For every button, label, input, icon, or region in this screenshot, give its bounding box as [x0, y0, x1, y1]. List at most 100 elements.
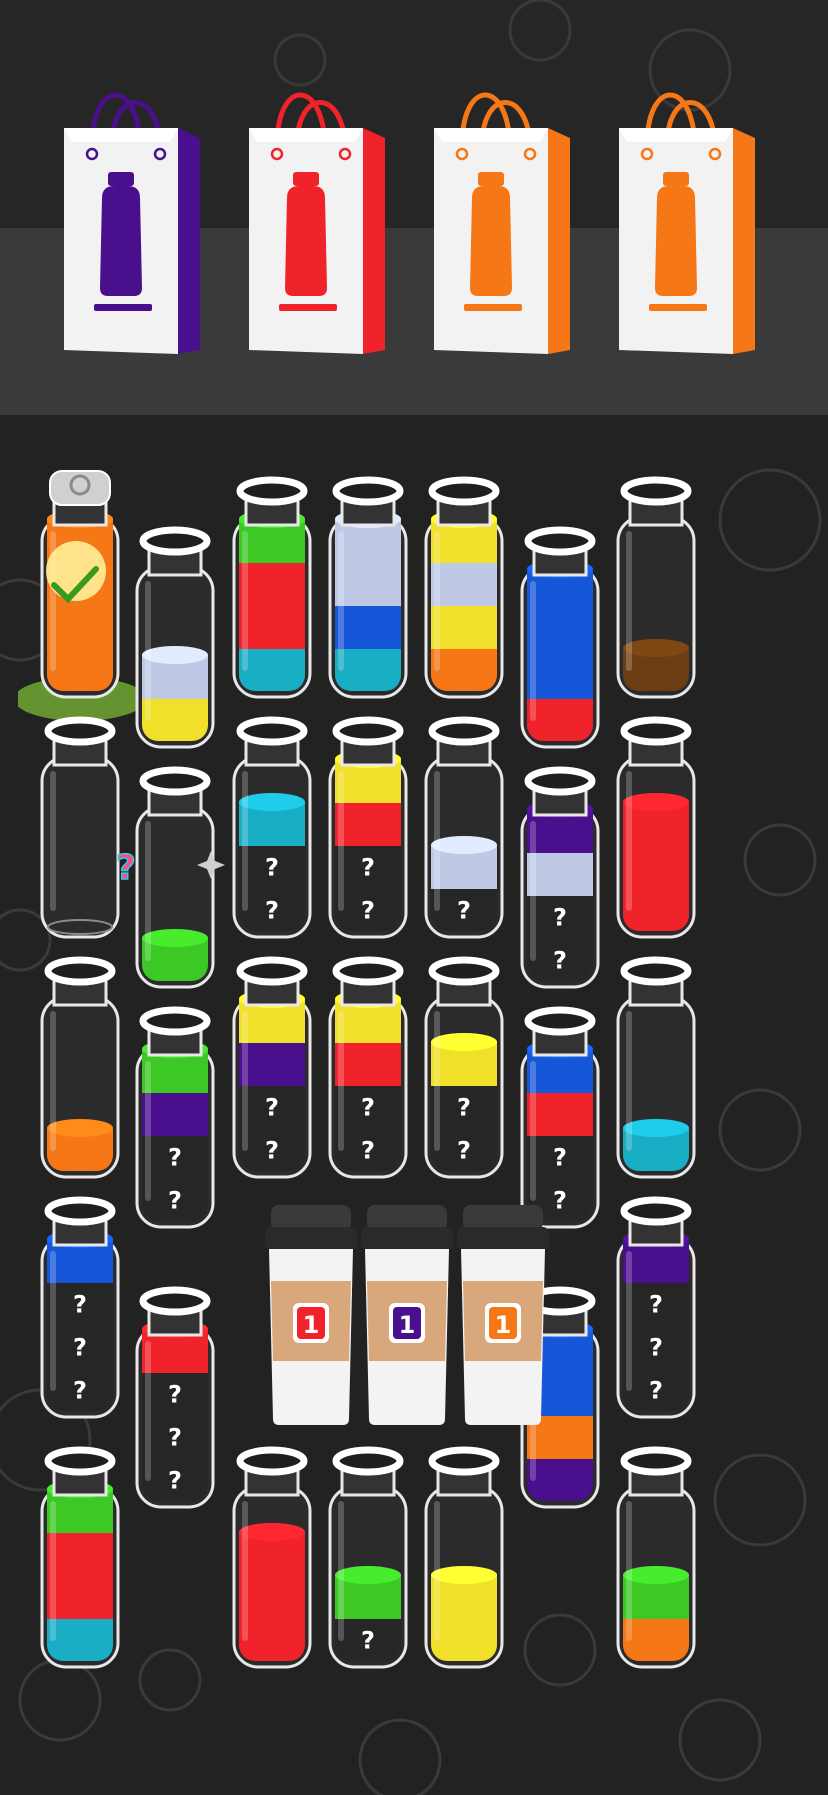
- glass-highlight: [145, 821, 151, 961]
- layer-orange: [623, 1618, 689, 1661]
- layer-yellow: [431, 1618, 497, 1661]
- layer-unknown: ?: [335, 1085, 401, 1129]
- layer-red: [47, 1575, 113, 1619]
- bottle-r5c7[interactable]: [594, 1427, 718, 1697]
- bottle-rim: [524, 766, 596, 796]
- layer-unknown: ?: [47, 1282, 113, 1326]
- layer-unknown: ?: [47, 1368, 113, 1411]
- liquid-surface: [623, 1566, 689, 1584]
- layer-red: [527, 1092, 593, 1136]
- bottle-rim: [139, 1286, 211, 1316]
- bottle-r1c7[interactable]: [594, 457, 718, 727]
- layer-unknown: ?: [335, 1618, 401, 1661]
- bottle-rim: [139, 766, 211, 796]
- layer-unknown: ?: [335, 888, 401, 931]
- bottle-rim: [44, 1446, 116, 1476]
- doodle-6: [678, 1698, 762, 1782]
- layer-blue: [527, 655, 593, 699]
- layer-lavender: [335, 562, 401, 606]
- bottle-r4c7[interactable]: ???: [594, 1177, 718, 1447]
- glass-highlight: [434, 771, 440, 911]
- bottle-r5c5[interactable]: [402, 1427, 526, 1697]
- bottle-r2c7[interactable]: [594, 697, 718, 967]
- bag-1: [64, 92, 200, 354]
- layer-unknown: ?: [142, 1135, 208, 1179]
- cup-count: 1: [303, 1311, 320, 1339]
- glass-highlight: [626, 1501, 632, 1641]
- liquid-surface: [239, 793, 305, 811]
- bottle-rim: [428, 716, 500, 746]
- doodle-2: [718, 1088, 802, 1172]
- glass-highlight: [242, 771, 248, 911]
- bottle-rim: [620, 716, 692, 746]
- liquid-surface: [431, 1033, 497, 1051]
- layer-unknown: ?: [239, 1128, 305, 1171]
- bottle-rim: [428, 1446, 500, 1476]
- liquid-surface: [623, 793, 689, 811]
- layer-red: [335, 802, 401, 846]
- layer-red: [623, 845, 689, 889]
- layer-unknown: ?: [47, 1325, 113, 1369]
- glass-highlight: [145, 1061, 151, 1201]
- layer-red: [239, 562, 305, 606]
- cup-1[interactable]: 1: [263, 1197, 359, 1427]
- bag-2: [249, 92, 385, 354]
- glass-highlight: [338, 531, 344, 671]
- layer-cyan: [239, 648, 305, 691]
- cup-count: 1: [399, 1311, 416, 1339]
- layer-red: [335, 1042, 401, 1086]
- unknown-mark: ?: [168, 1144, 182, 1172]
- unknown-mark: ?: [553, 904, 567, 932]
- layer-blue: [527, 612, 593, 656]
- layer-lavender: [431, 562, 497, 606]
- bottle-rim: [332, 476, 404, 506]
- unknown-mark: ?: [361, 897, 375, 925]
- unknown-mark: ?: [361, 1094, 375, 1122]
- bottle-rim: [236, 956, 308, 986]
- layer-red: [623, 888, 689, 931]
- layer-unknown: ?: [142, 1178, 208, 1221]
- bottle-rim: [428, 956, 500, 986]
- glass-highlight: [50, 1501, 56, 1641]
- unknown-mark: ?: [649, 1334, 663, 1362]
- layer-red: [527, 698, 593, 741]
- bottle-rim: [620, 476, 692, 506]
- cup-2[interactable]: 1: [359, 1197, 455, 1427]
- layer-purple: [239, 1042, 305, 1086]
- liquid-surface: [431, 1566, 497, 1584]
- unknown-mark: ?: [361, 1627, 375, 1655]
- layer-red: [239, 605, 305, 649]
- bottle-rim: [139, 526, 211, 556]
- unknown-mark: ?: [457, 897, 471, 925]
- liquid-surface: [623, 1119, 689, 1137]
- bottle-rim: [236, 476, 308, 506]
- bag-4: [619, 92, 755, 354]
- bottle-rim: [44, 716, 116, 746]
- unknown-mark: ?: [649, 1377, 663, 1405]
- glass-highlight: [626, 1011, 632, 1151]
- bottle-r3c7[interactable]: [594, 937, 718, 1207]
- glass-highlight: [530, 821, 536, 961]
- liquid-surface: [431, 836, 497, 854]
- doodle-9: [358, 1718, 442, 1795]
- glass-highlight: [50, 771, 56, 911]
- glass-highlight: [145, 581, 151, 721]
- unknown-mark: ?: [361, 854, 375, 882]
- cup-3[interactable]: 1: [455, 1197, 551, 1427]
- layer-unknown: ?: [335, 1128, 401, 1171]
- unknown-mark: ?: [73, 1291, 87, 1319]
- layer-orange: [431, 648, 497, 691]
- layer-unknown: ?: [431, 1085, 497, 1129]
- liquid-surface: [335, 1566, 401, 1584]
- liquid-surface: [239, 1523, 305, 1541]
- unknown-mark: ?: [265, 854, 279, 882]
- glass-highlight: [338, 1011, 344, 1151]
- glass-highlight: [145, 1341, 151, 1481]
- bottle-r5c1[interactable]: [18, 1427, 142, 1697]
- bottle-rim: [524, 1006, 596, 1036]
- cup-count: 1: [495, 1311, 512, 1339]
- bottle-rim: [524, 526, 596, 556]
- glass-highlight: [242, 1011, 248, 1151]
- liquid-surface: [623, 639, 689, 657]
- doodle-4: [713, 1453, 807, 1547]
